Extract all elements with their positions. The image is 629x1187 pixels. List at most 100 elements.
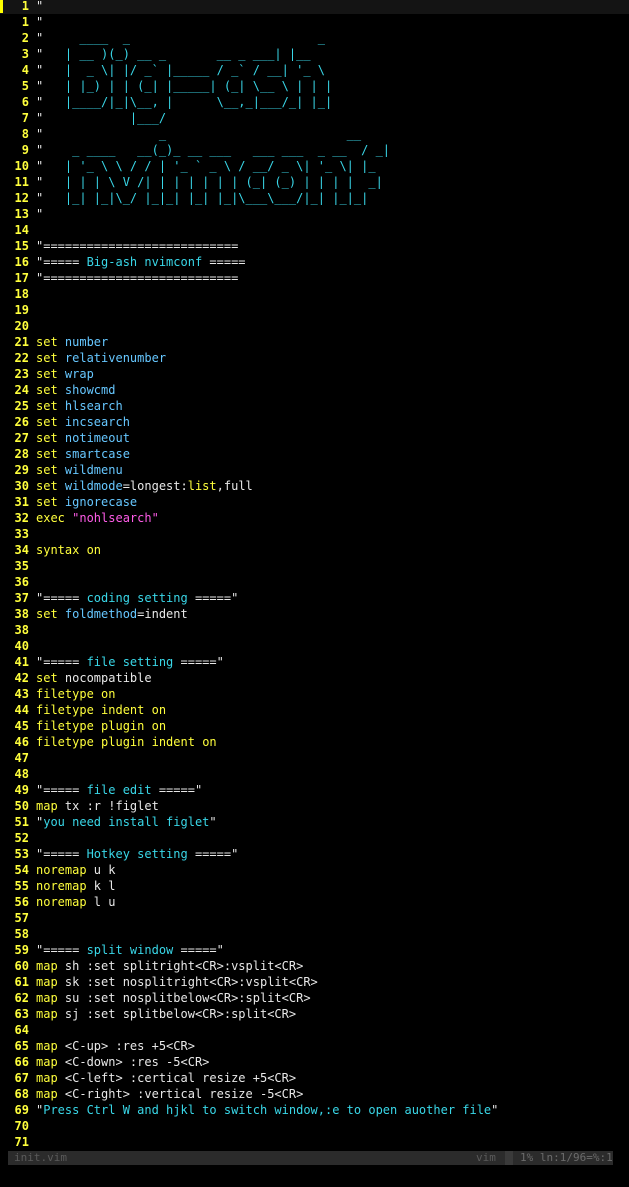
editor-line[interactable]: 16 "===== Big-ash nvimconf ===== — [0, 254, 629, 270]
line-content: set hlsearch — [36, 398, 123, 414]
code-token: hlsearch — [64, 399, 123, 413]
editor-line[interactable]: 42 set nocompatible — [0, 670, 629, 686]
line-content: " | __ )(_) __ _ __ _ ___| |__ — [36, 46, 311, 62]
line-content: set wildmode=longest:list,full — [36, 478, 253, 494]
editor-line[interactable]: 48 — [0, 766, 629, 782]
editor-line[interactable]: 57 — [0, 910, 629, 926]
code-token: k l — [93, 879, 116, 893]
code-token: <C-up> :res +5<CR> — [64, 1039, 195, 1053]
editor-line[interactable]: 55 noremap k l — [0, 878, 629, 894]
editor-line[interactable]: 63 map sj :set splitbelow<CR>:split<CR> — [0, 1006, 629, 1022]
editor-line[interactable]: 1 " — [0, 14, 629, 30]
editor-line[interactable]: 34 syntax on — [0, 542, 629, 558]
code-token: incsearch — [64, 415, 130, 429]
line-content: set smartcase — [36, 446, 130, 462]
line-content: " _ __ — [36, 126, 361, 142]
line-content: " | | | \ V /| | | | | | | (_| (_) | | |… — [36, 174, 383, 190]
editor-line[interactable]: 19 — [0, 302, 629, 318]
editor-line[interactable]: 67 map <C-left> :certical resize +5<CR> — [0, 1070, 629, 1086]
editor-line[interactable]: 62 map su :set nosplitbelow<CR>:split<CR> — [0, 990, 629, 1006]
statusline-filetype: vim — [476, 1151, 496, 1164]
code-token: split window — [86, 943, 174, 957]
editor-line[interactable]: 24 set showcmd — [0, 382, 629, 398]
editor-line[interactable]: 43 filetype on — [0, 686, 629, 702]
editor-line[interactable]: 28 set smartcase — [0, 446, 629, 462]
code-token: file setting — [86, 655, 174, 669]
editor-line[interactable]: 22 set relativenumber — [0, 350, 629, 366]
editor-line[interactable]: 27 set notimeout — [0, 430, 629, 446]
editor-line[interactable]: 47 — [0, 750, 629, 766]
editor-line[interactable]: 7 " |___/ — [0, 110, 629, 126]
editor-line[interactable]: 31 set ignorecase — [0, 494, 629, 510]
editor-pane[interactable]: 1 " 1 " 2 " ____ _ _ 3 " | __ )(_) __ _ __ _ __… — [0, 0, 629, 1150]
editor-line[interactable]: 17 "=========================== — [0, 270, 629, 286]
editor-line[interactable]: 70 — [0, 1118, 629, 1134]
editor-line[interactable]: 65 map <C-up> :res +5<CR> — [0, 1038, 629, 1054]
editor-line[interactable]: 10 " | '_ \ \ / / | '_ ` _ \ / __/ _ \| '… — [0, 158, 629, 174]
editor-line[interactable]: 20 — [0, 318, 629, 334]
editor-line[interactable]: 54 noremap u k — [0, 862, 629, 878]
editor-line[interactable]: 64 — [0, 1022, 629, 1038]
code-token: set — [36, 367, 65, 381]
editor-line[interactable]: 50 map tx :r !figlet — [0, 798, 629, 814]
editor-line[interactable]: 41 "===== file setting =====" — [0, 654, 629, 670]
line-number: 69 — [14, 1103, 29, 1117]
editor-line[interactable]: 33 — [0, 526, 629, 542]
editor-line[interactable]: 5 " | |_) | | (_| |_____| (_| \__ \ | | | — [0, 78, 629, 94]
editor-line[interactable]: 25 set hlsearch — [0, 398, 629, 414]
editor-line[interactable]: 15 "=========================== — [0, 238, 629, 254]
line-content: map sj :set splitbelow<CR>:split<CR> — [36, 1006, 296, 1022]
editor-line[interactable]: 61 map sk :set nosplitright<CR>:vsplit<CR… — [0, 974, 629, 990]
code-token: set — [36, 351, 65, 365]
editor-line[interactable]: 1 " — [0, 0, 629, 14]
editor-line[interactable]: 13 " — [0, 206, 629, 222]
editor-line[interactable]: 51 "you need install figlet" — [0, 814, 629, 830]
editor-line[interactable]: 71 — [0, 1134, 629, 1150]
editor-line[interactable]: 44 filetype indent on — [0, 702, 629, 718]
code-token: noremap — [36, 879, 94, 893]
editor-line[interactable]: 52 — [0, 830, 629, 846]
command-line[interactable] — [0, 1165, 629, 1187]
line-number: 27 — [14, 431, 29, 445]
editor-line[interactable]: 14 — [0, 222, 629, 238]
editor-line[interactable]: 49 "===== file edit =====" — [0, 782, 629, 798]
editor-line[interactable]: 26 set incsearch — [0, 414, 629, 430]
editor-line[interactable]: 46 filetype plugin indent on — [0, 734, 629, 750]
statusline: init.vim vim 1% ln:1/96=%:1 — [8, 1151, 613, 1165]
editor-line[interactable]: 38 — [0, 622, 629, 638]
editor-line[interactable]: 6 " |____/|_|\__, | \__,_|___/_| |_| — [0, 94, 629, 110]
editor-line[interactable]: 69 "Press Ctrl W and hjkl to switch windo… — [0, 1102, 629, 1118]
editor-line[interactable]: 2 " ____ _ _ — [0, 30, 629, 46]
editor-line[interactable]: 56 noremap l u — [0, 894, 629, 910]
editor-line[interactable]: 23 set wrap — [0, 366, 629, 382]
editor-line[interactable]: 40 — [0, 638, 629, 654]
code-token: =====" — [151, 783, 203, 797]
editor-line[interactable]: 66 map <C-down> :res -5<CR> — [0, 1054, 629, 1070]
editor-line[interactable]: 29 set wildmenu — [0, 462, 629, 478]
line-number: 11 — [14, 175, 29, 189]
editor-line[interactable]: 8 " _ __ — [0, 126, 629, 142]
editor-line[interactable]: 32 exec "nohlsearch" — [0, 510, 629, 526]
editor-line[interactable]: 35 — [0, 558, 629, 574]
editor-line[interactable]: 30 set wildmode=longest:list,full — [0, 478, 629, 494]
editor-line[interactable]: 36 — [0, 574, 629, 590]
code-token: |____/|_|\__, | \__,_|___/_| |_| — [43, 95, 333, 109]
editor-line[interactable]: 53 "===== Hotkey setting =====" — [0, 846, 629, 862]
editor-line[interactable]: 38 set foldmethod=indent — [0, 606, 629, 622]
editor-line[interactable]: 58 — [0, 926, 629, 942]
editor-line[interactable]: 37 "===== coding setting =====" — [0, 590, 629, 606]
editor-line[interactable]: 3 " | __ )(_) __ _ __ _ ___| |__ — [0, 46, 629, 62]
line-number: 71 — [14, 1135, 29, 1149]
editor-line[interactable]: 60 map sh :set splitright<CR>:vsplit<CR> — [0, 958, 629, 974]
editor-line[interactable]: 68 map <C-right> :vertical resize -5<CR> — [0, 1086, 629, 1102]
editor-line[interactable]: 12 " |_| |_|\_/ |_|_| |_| |_|\___\___/|_|… — [0, 190, 629, 206]
editor-line[interactable]: 11 " | | | \ V /| | | | | | | (_| (_) | |… — [0, 174, 629, 190]
editor-line[interactable]: 59 "===== split window =====" — [0, 942, 629, 958]
editor-line[interactable]: 18 — [0, 286, 629, 302]
code-token: sj :set splitbelow<CR>:split<CR> — [64, 1007, 297, 1021]
line-content: syntax on — [36, 542, 101, 558]
editor-line[interactable]: 9 " _ ____ __(_)_ __ ___ ___ ___ _ __ / _… — [0, 142, 629, 158]
editor-line[interactable]: 21 set number — [0, 334, 629, 350]
editor-line[interactable]: 4 " | _ \| |/ _` |_____ / _` / __| '_ \ — [0, 62, 629, 78]
editor-line[interactable]: 45 filetype plugin on — [0, 718, 629, 734]
